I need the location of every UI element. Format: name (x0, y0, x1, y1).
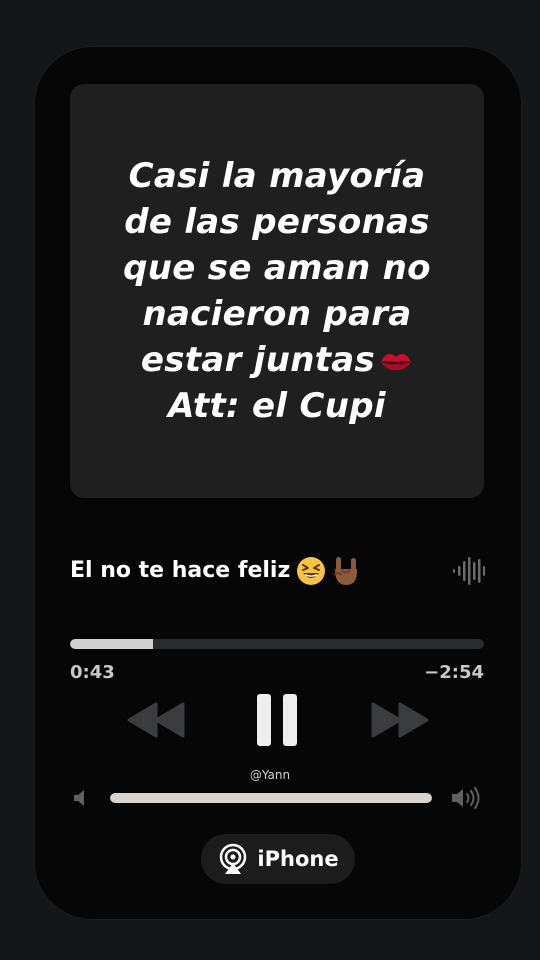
audio-waveform-icon (453, 557, 485, 585)
playback-scrubber[interactable] (70, 639, 484, 649)
quote-line-1: Casi la mayoría (128, 156, 426, 196)
fast-forward-icon (371, 702, 429, 738)
audio-output-label: iPhone (257, 847, 339, 871)
audio-output-button[interactable]: iPhone (201, 834, 355, 884)
song-title-row: El no te hace feliz (70, 553, 360, 589)
rewind-icon (127, 702, 185, 738)
rewind-button[interactable] (126, 700, 186, 740)
airplay-icon (220, 843, 247, 874)
kiss-mark-icon (381, 353, 412, 370)
volume-high-icon (452, 787, 480, 809)
elapsed-time: 0:43 (70, 662, 115, 683)
album-artwork: Casi la mayoría de las personas que se a… (70, 84, 484, 498)
volume-low-icon (74, 790, 84, 806)
quote-line-5-wrap: estar juntas (97, 337, 457, 383)
grinning-squinting-face-icon (297, 557, 326, 585)
quote-line-6: Att: el Cupi (168, 386, 386, 426)
remaining-time: −2:54 (424, 662, 484, 683)
quote-line-4: nacieron para (142, 294, 412, 334)
quote-line-2: de las personas (124, 202, 430, 242)
artwork-quote: Casi la mayoría de las personas que se a… (97, 153, 457, 429)
song-title: El no te hace feliz (70, 558, 291, 583)
pause-icon (257, 694, 297, 746)
sign-of-horns-icon (333, 557, 358, 585)
quote-line-3: que se aman no (123, 248, 431, 288)
volume-slider[interactable] (110, 793, 432, 803)
pause-button[interactable] (252, 690, 302, 750)
quote-line-5: estar juntas (140, 340, 376, 380)
username-watermark: @Yann (249, 768, 291, 782)
playback-progress-fill (70, 639, 153, 649)
volume-level-fill (110, 793, 432, 803)
fast-forward-button[interactable] (370, 700, 430, 740)
